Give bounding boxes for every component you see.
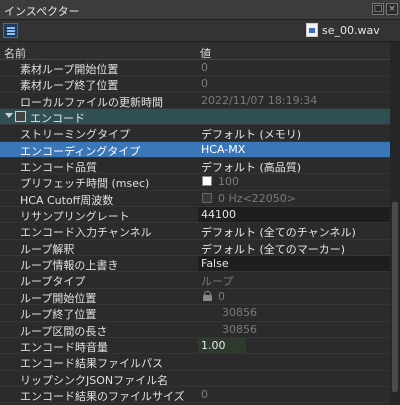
property-value: 0 Hz<22050> xyxy=(218,191,296,205)
expand-triangle-icon[interactable] xyxy=(5,113,13,119)
property-name: エンコード時音量 xyxy=(20,340,108,354)
property-row[interactable]: プリフェッチ時間 (msec) 100 xyxy=(0,174,390,191)
property-row[interactable]: エンコード時音量 1.00 xyxy=(0,337,390,355)
property-name: ループ解釈 xyxy=(20,242,75,256)
override-checkbox[interactable] xyxy=(202,176,212,187)
property-value-cell[interactable] xyxy=(198,371,390,386)
property-name: ループ終了位置 xyxy=(20,308,97,322)
property-row[interactable]: エンコード結果ファイルパス xyxy=(0,354,390,371)
property-row[interactable]: ループ解釈 デフォルト (全てのマーカー) xyxy=(0,240,390,257)
property-value: デフォルト (高品質) xyxy=(201,161,302,175)
property-row[interactable]: エンコーディングタイプ HCA-MX xyxy=(0,141,390,159)
property-row[interactable]: ループタイプ ループ xyxy=(0,272,390,289)
property-name: HCA Cutoff周波数 xyxy=(20,193,114,207)
property-name: エンコード結果ファイルパス xyxy=(20,357,163,371)
property-value: 30856 xyxy=(222,306,257,320)
property-value: 0 xyxy=(201,77,208,91)
property-value-cell: 0 xyxy=(198,289,390,304)
property-value-cell: 0 Hz<22050> xyxy=(198,191,390,206)
property-name: ループ情報の上書き xyxy=(20,259,119,273)
category-row-encode[interactable]: エンコード xyxy=(0,109,390,126)
property-value-cell[interactable]: 1.00 xyxy=(198,337,390,354)
property-name: ストリーミングタイプ xyxy=(20,128,130,142)
property-value: HCA-MX xyxy=(201,142,246,156)
property-row[interactable]: エンコード品質 デフォルト (高品質) xyxy=(0,158,390,175)
property-row[interactable]: ループ情報の上書き False xyxy=(0,256,390,273)
property-value: 0 xyxy=(201,387,208,401)
property-row[interactable]: ローカルファイルの更新時間 2022/11/07 18:19:34 xyxy=(0,93,390,110)
property-value: 2022/11/07 18:19:34 xyxy=(201,93,318,107)
property-value-cell[interactable]: デフォルト (全てのチャンネル) xyxy=(198,223,390,240)
list-icon[interactable] xyxy=(3,23,18,38)
property-name: 素材ループ終了位置 xyxy=(20,79,119,93)
property-grid: 素材ループ開始位置 0 素材ループ終了位置 0 ローカルファイルの更新時間 2022/11… xyxy=(0,60,390,405)
property-name: エンコード結果のファイルサイズ xyxy=(20,389,185,403)
lock-icon[interactable] xyxy=(203,290,212,301)
property-value: 30856 xyxy=(222,322,257,336)
audio-file-icon xyxy=(306,23,318,37)
property-value-cell[interactable]: 44100 xyxy=(198,207,390,223)
property-value-cell[interactable]: デフォルト (全てのマーカー) xyxy=(198,240,390,256)
property-value-cell: ループ xyxy=(198,272,390,289)
property-value-cell[interactable]: デフォルト (メモリ) xyxy=(198,125,390,142)
property-row[interactable]: 素材ループ終了位置 0 xyxy=(0,76,390,93)
property-value-cell: 0 xyxy=(198,76,390,91)
selected-filename: se_00.wav xyxy=(322,24,380,37)
property-value: 100 xyxy=(218,175,239,189)
property-value: 0 xyxy=(218,289,225,303)
maximize-button[interactable]: □ xyxy=(372,3,384,15)
property-row[interactable]: HCA Cutoff周波数 0 Hz<22050> xyxy=(0,191,390,208)
property-value-cell[interactable] xyxy=(198,354,390,369)
property-value: デフォルト (全てのマーカー) xyxy=(201,242,346,256)
property-value: False xyxy=(201,257,229,271)
property-row[interactable]: リップシンクJSONファイル名 xyxy=(0,371,390,387)
property-row[interactable]: ループ終了位置 30856 xyxy=(0,305,390,322)
property-row[interactable]: 素材ループ開始位置 0 xyxy=(0,60,390,77)
property-grid-header: 名前 値 xyxy=(0,42,390,60)
property-value: デフォルト (メモリ) xyxy=(201,128,302,142)
property-value-cell: 30856 xyxy=(198,322,390,337)
encode-category-icon xyxy=(15,111,26,123)
property-name: ループタイプ xyxy=(20,275,86,289)
property-value: 44100 xyxy=(201,208,236,222)
category-label: エンコード xyxy=(30,112,85,126)
property-value-cell: 100 xyxy=(198,174,390,189)
property-name: ループ区間の長さ xyxy=(20,324,108,338)
scrollbar-thumb[interactable] xyxy=(392,202,398,392)
property-value-cell[interactable]: デフォルト (高品質) xyxy=(198,158,390,175)
property-value-cell: 0 xyxy=(198,387,390,402)
column-header-value[interactable]: 値 xyxy=(200,45,211,61)
property-row[interactable]: エンコード結果のファイルサイズ 0 xyxy=(0,387,390,404)
column-header-name[interactable]: 名前 xyxy=(4,45,26,61)
property-value-cell[interactable]: False xyxy=(198,256,390,272)
vertical-scrollbar[interactable] xyxy=(390,42,400,405)
property-value-cell: 2022/11/07 18:19:34 xyxy=(198,93,390,108)
property-name: 素材ループ開始位置 xyxy=(20,63,119,76)
property-value: 0 xyxy=(201,61,208,74)
property-name: エンコード品質 xyxy=(20,161,97,175)
property-row[interactable]: ストリーミングタイプ デフォルト (メモリ) xyxy=(0,125,390,142)
property-value: ループ xyxy=(201,275,234,289)
property-row[interactable]: ループ区間の長さ 30856 xyxy=(0,322,390,338)
inspector-titlebar: インスペクター □ × xyxy=(0,0,400,20)
property-name: プリフェッチ時間 (msec) xyxy=(20,177,150,191)
property-row[interactable]: リサンプリングレート 44100 xyxy=(0,207,390,224)
property-value-cell[interactable]: HCA-MX xyxy=(198,141,390,158)
property-name: エンコード入力チャンネル xyxy=(20,226,152,240)
override-checkbox[interactable] xyxy=(202,192,212,203)
property-name: エンコーディングタイプ xyxy=(20,144,141,158)
property-name: ループ開始位置 xyxy=(20,291,97,305)
property-name: ローカルファイルの更新時間 xyxy=(20,95,163,109)
property-value: デフォルト (全てのチャンネル) xyxy=(201,226,356,240)
close-button[interactable]: × xyxy=(386,3,398,15)
property-value-cell: 30856 xyxy=(198,305,390,320)
property-value-cell: 0 xyxy=(198,60,390,75)
property-value: 1.00 xyxy=(201,338,226,352)
window-title: インスペクター xyxy=(4,5,80,18)
inspector-toolbar: se_00.wav xyxy=(0,20,400,42)
property-name: リップシンクJSONファイル名 xyxy=(20,373,169,387)
property-name: リサンプリングレート xyxy=(20,210,130,224)
property-row[interactable]: ループ開始位置 0 xyxy=(0,289,390,306)
property-row[interactable]: エンコード入力チャンネル デフォルト (全てのチャンネル) xyxy=(0,223,390,240)
